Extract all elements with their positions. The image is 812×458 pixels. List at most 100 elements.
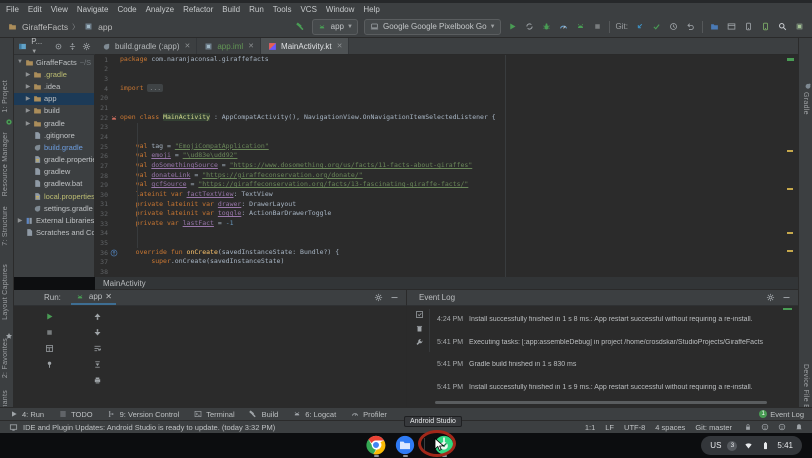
tree-item-local-properties[interactable]: local.properties xyxy=(14,190,94,202)
code-line-27[interactable]: 27 val doSomethingSource = "https://www.… xyxy=(95,161,798,171)
breadcrumb-project[interactable]: GiraffeFacts xyxy=(22,22,68,32)
chevron-right-icon[interactable]: ▶ xyxy=(24,71,32,78)
project-view-mode-select[interactable]: P... ▼ xyxy=(31,37,49,55)
print-icon[interactable] xyxy=(92,375,103,386)
status-message[interactable]: IDE and Plugin Updates: Android Studio i… xyxy=(23,423,275,432)
mark-read-icon[interactable] xyxy=(414,309,425,320)
project-tw-icon[interactable] xyxy=(3,116,14,127)
git-branch[interactable]: Git: master xyxy=(695,423,732,432)
gradle-file-icon[interactable] xyxy=(802,80,812,91)
menu-refactor[interactable]: Refactor xyxy=(183,5,213,14)
code-line-28[interactable]: 28 val donateLink = "https://giraffecons… xyxy=(95,171,798,181)
debug-icon[interactable] xyxy=(541,21,552,32)
code-line-37[interactable]: 37 super.onCreate(savedInstanceState) xyxy=(95,257,798,267)
menu-file[interactable]: File xyxy=(6,5,19,14)
run-configuration-select[interactable]: app▼ xyxy=(312,19,358,35)
tool-stripe-gradle[interactable]: Gradle xyxy=(802,92,809,115)
updates-icon[interactable] xyxy=(794,21,805,32)
chevron-right-icon[interactable]: ▶ xyxy=(24,95,32,102)
locate-file-icon[interactable] xyxy=(53,41,63,52)
tool-stripe----structure[interactable]: 7: Structure xyxy=(2,206,9,246)
settings-wrench-icon[interactable] xyxy=(414,337,425,348)
apply-changes-icon[interactable] xyxy=(524,21,535,32)
tree-item-giraffefacts[interactable]: ▼GiraffeFacts~/S xyxy=(14,56,94,68)
code-editor[interactable]: 1package com.naranjaconsal.giraffefacts 2… xyxy=(95,55,798,277)
tree-item--idea[interactable]: ▶.idea xyxy=(14,80,94,92)
pin-icon[interactable] xyxy=(44,359,55,370)
avd-manager-icon[interactable] xyxy=(760,21,771,32)
run-console[interactable] xyxy=(14,306,406,407)
menu-code[interactable]: Code xyxy=(117,5,136,14)
code-line-1[interactable]: 1package com.naranjaconsal.giraffefacts xyxy=(95,55,798,65)
minimize-icon[interactable] xyxy=(389,292,400,303)
tree-item-gradlew-bat[interactable]: gradlew.bat xyxy=(14,178,94,190)
warning-stripe-mark[interactable] xyxy=(787,232,793,234)
menu-view[interactable]: View xyxy=(51,5,68,14)
tree-item-settings-gradle[interactable]: settings.gradle xyxy=(14,202,94,214)
run-tab-app[interactable]: app ✕ xyxy=(71,290,116,305)
code-line-20[interactable]: 20 xyxy=(95,94,798,104)
rollback-icon[interactable] xyxy=(685,21,696,32)
toolwindow-4--run[interactable]: 4: Run xyxy=(8,409,44,420)
collapse-all-icon[interactable] xyxy=(67,41,77,52)
toolwindow-6--logcat[interactable]: 6: Logcat xyxy=(291,409,336,420)
toolwindow-profiler[interactable]: Profiler xyxy=(349,409,387,420)
editor-tab-build-gradle---app-[interactable]: build.gradle (:app)✕ xyxy=(95,38,197,54)
profile-icon[interactable] xyxy=(558,21,569,32)
tree-item--gradle[interactable]: ▶.gradle xyxy=(14,68,94,80)
tree-item-gradle[interactable]: ▶gradle xyxy=(14,117,94,129)
history-icon[interactable] xyxy=(668,21,679,32)
menu-help[interactable]: Help xyxy=(363,5,379,14)
menu-analyze[interactable]: Analyze xyxy=(146,5,174,14)
editor-tab-app-iml[interactable]: app.iml✕ xyxy=(197,38,261,54)
close-icon[interactable]: ✕ xyxy=(337,42,343,50)
apply-code-changes-icon[interactable] xyxy=(575,21,586,32)
code-line-22[interactable]: 22open class MainActivity : AppCompatAct… xyxy=(95,113,798,123)
tool-stripe-resource-manager[interactable]: Resource Manager xyxy=(2,132,9,196)
menu-run[interactable]: Run xyxy=(249,5,264,14)
code-line-34[interactable]: 34 xyxy=(95,229,798,239)
tree-item-scratches-and-consoles[interactable]: Scratches and Consoles xyxy=(14,227,94,239)
line-separator[interactable]: LF xyxy=(605,423,614,432)
warning-stripe-mark[interactable] xyxy=(787,188,793,190)
close-icon[interactable]: ✕ xyxy=(105,292,112,301)
system-tray[interactable]: US 3 5:41 xyxy=(701,436,802,455)
clear-all-icon[interactable] xyxy=(414,323,425,334)
run-icon[interactable] xyxy=(507,21,518,32)
code-line-26[interactable]: 26 val emoji = "\ud83e\udd92" xyxy=(95,151,798,161)
breadcrumb-module[interactable]: app xyxy=(98,22,112,32)
close-icon[interactable]: ✕ xyxy=(184,42,190,50)
notifications-bell-icon[interactable] xyxy=(793,422,804,433)
tool-stripe----favorites[interactable]: 2: Favorites xyxy=(2,338,9,378)
tree-item-app[interactable]: ▶app xyxy=(14,93,94,105)
sdk-manager-icon[interactable] xyxy=(743,21,754,32)
run-class-gutter-icon[interactable] xyxy=(108,114,120,122)
chevron-right-icon[interactable]: ▶ xyxy=(24,83,32,90)
code-line-31[interactable]: 31 private lateinit var drawer: DrawerLa… xyxy=(95,200,798,210)
star-icon[interactable] xyxy=(3,330,14,341)
horizontal-scrollbar[interactable] xyxy=(435,401,767,404)
chevron-right-icon[interactable]: ▶ xyxy=(16,217,24,224)
code-line-33[interactable]: 33 private var lastFact = -1 xyxy=(95,219,798,229)
build-hammer-icon[interactable] xyxy=(295,21,306,32)
code-line-3[interactable]: 3 xyxy=(95,74,798,84)
toolwindow-build[interactable]: Build xyxy=(248,409,279,420)
indent-setting[interactable]: 4 spaces xyxy=(655,423,685,432)
code-line-35[interactable]: 35 xyxy=(95,238,798,248)
update-project-icon[interactable] xyxy=(634,21,645,32)
restore-layout-icon[interactable] xyxy=(44,343,55,354)
chevron-down-icon[interactable]: ▼ xyxy=(16,59,24,65)
tree-item-build[interactable]: ▶build xyxy=(14,105,94,117)
gear-icon[interactable] xyxy=(373,292,384,303)
menu-window[interactable]: Window xyxy=(326,5,354,14)
close-icon[interactable]: ✕ xyxy=(248,42,254,50)
inspection-status-indicator[interactable] xyxy=(787,58,794,61)
ide-updates-icon[interactable] xyxy=(8,422,19,433)
menu-navigate[interactable]: Navigate xyxy=(77,5,109,14)
device-file-explorer-icon[interactable] xyxy=(709,21,720,32)
soft-wrap-icon[interactable] xyxy=(92,343,103,354)
toolwindow-terminal[interactable]: Terminal xyxy=(192,409,234,420)
code-line-21[interactable]: 21 xyxy=(95,103,798,113)
tree-item-external-libraries[interactable]: ▶External Libraries xyxy=(14,214,94,226)
up-stack-icon[interactable] xyxy=(92,311,103,322)
